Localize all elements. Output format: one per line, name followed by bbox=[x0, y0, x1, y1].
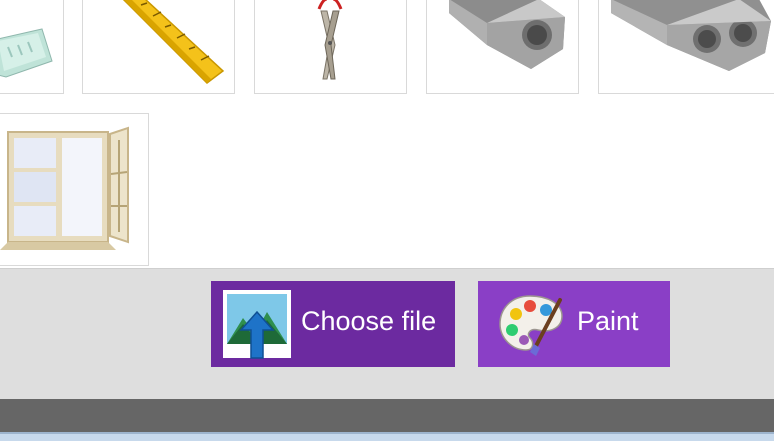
window-icon bbox=[0, 126, 129, 250]
ruler-icon bbox=[122, 0, 225, 84]
gallery-item-sharpener[interactable] bbox=[426, 0, 579, 94]
scissors-icon bbox=[317, 0, 343, 80]
paint-palette-icon bbox=[499, 295, 563, 356]
gallery-item-eraser[interactable] bbox=[0, 0, 64, 94]
double-pencil-sharpener-icon bbox=[611, 0, 771, 71]
eraser-icon bbox=[0, 28, 53, 78]
choose-file-button[interactable]: Choose file bbox=[211, 281, 455, 367]
paint-label: Paint bbox=[577, 306, 639, 336]
gallery-item-ruler[interactable] bbox=[82, 0, 235, 94]
upload-image-icon bbox=[223, 290, 291, 359]
bottom-edge-bar bbox=[0, 432, 774, 441]
paint-button[interactable]: Paint bbox=[478, 281, 670, 367]
pencil-sharpener-icon bbox=[449, 0, 565, 69]
action-toolbar: Choose file Paint bbox=[0, 268, 774, 399]
gallery-item-scissors[interactable] bbox=[254, 0, 407, 94]
bottom-panel-bar bbox=[0, 399, 774, 432]
gallery-item-window[interactable] bbox=[0, 113, 149, 266]
choose-file-label: Choose file bbox=[301, 306, 437, 336]
sticker-gallery bbox=[0, 0, 774, 268]
gallery-item-double-sharpener[interactable] bbox=[598, 0, 774, 94]
